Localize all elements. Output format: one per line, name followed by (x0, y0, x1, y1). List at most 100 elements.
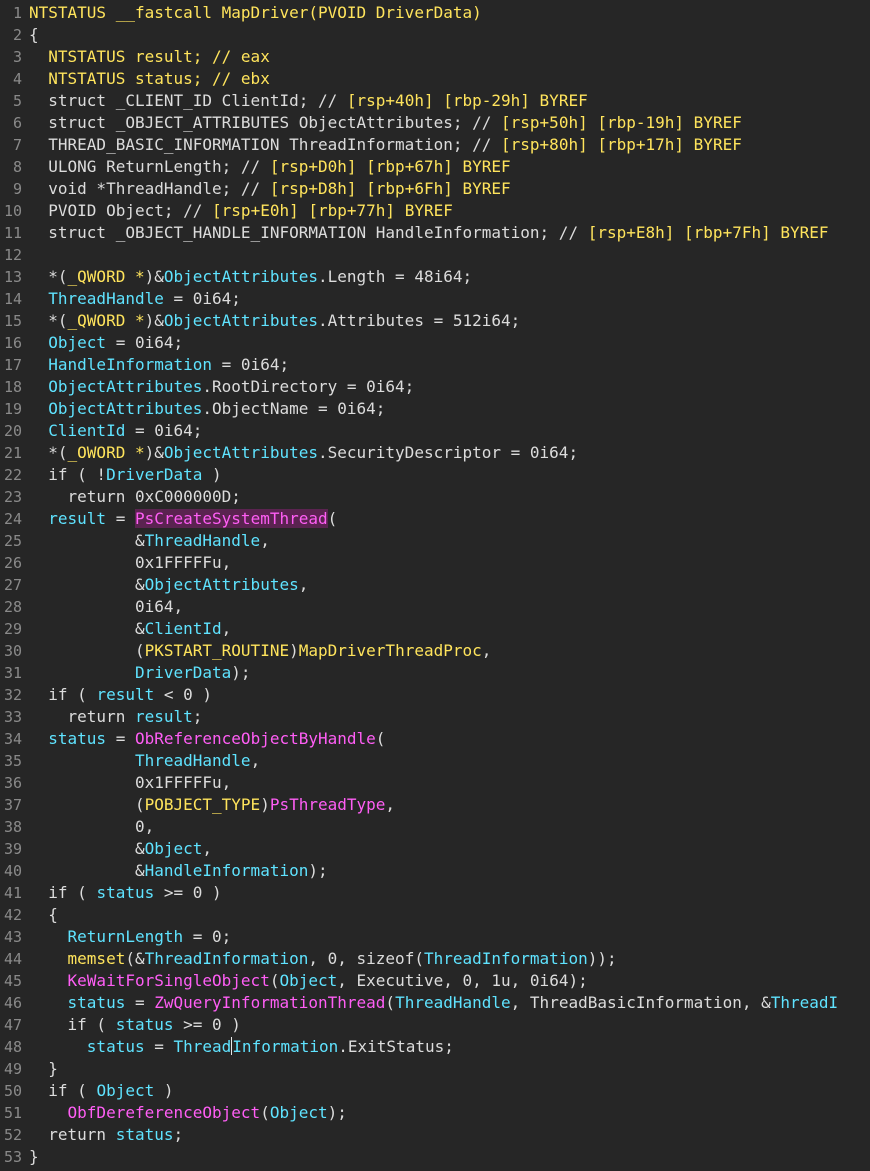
code-line[interactable]: 27 &ObjectAttributes, (0, 574, 870, 596)
code-line[interactable]: 33 return result; (0, 706, 870, 728)
code-line[interactable]: 32 if ( result < 0 ) (0, 684, 870, 706)
code-line[interactable]: 25 &ThreadHandle, (0, 530, 870, 552)
code-line[interactable]: 30 (PKSTART_ROUTINE)MapDriverThreadProc, (0, 640, 870, 662)
code-line[interactable]: 28 0i64, (0, 596, 870, 618)
code-line[interactable]: 21 *(_OWORD *)&ObjectAttributes.Security… (0, 442, 870, 464)
code-token-var[interactable]: result (96, 685, 154, 704)
code-token-var[interactable]: status (87, 1037, 145, 1056)
code-token-var[interactable]: Object (145, 839, 203, 858)
code-line[interactable]: 18 ObjectAttributes.RootDirectory = 0i64… (0, 376, 870, 398)
code-token-type[interactable]: [rsp+D8h] [rbp+6Fh] BYREF (270, 179, 511, 198)
code-line[interactable]: 22 if ( !DriverData ) (0, 464, 870, 486)
code-token-func[interactable]: ZwQueryInformationThread (154, 993, 385, 1012)
code-token-type[interactable]: NTSTATUS status; // ebx (29, 69, 270, 88)
code-line[interactable]: 13 *(_QWORD *)&ObjectAttributes.Length =… (0, 266, 870, 288)
code-token-type[interactable]: [rsp+E8h] [rbp+7Fh] BYREF (588, 223, 829, 242)
code-token-type[interactable]: [rsp+50h] [rbp-19h] BYREF (501, 113, 742, 132)
code-line[interactable]: 43 ReturnLength = 0; (0, 926, 870, 948)
code-line[interactable]: 51 ObfDereferenceObject(Object); (0, 1102, 870, 1124)
code-line[interactable]: 36 0x1FFFFFu, (0, 772, 870, 794)
code-line[interactable]: 3 NTSTATUS result; // eax (0, 46, 870, 68)
code-token-type[interactable]: PKSTART_ROUTINE (145, 641, 290, 660)
code-token-func[interactable]: PsThreadType (270, 795, 386, 814)
code-token-var[interactable]: status (116, 1015, 174, 1034)
code-line[interactable]: 50 if ( Object ) (0, 1080, 870, 1102)
code-line[interactable]: 26 0x1FFFFFu, (0, 552, 870, 574)
code-token-type[interactable]: [rsp+E0h] [rbp+77h] BYREF (212, 201, 453, 220)
code-line[interactable]: 15 *(_QWORD *)&ObjectAttributes.Attribut… (0, 310, 870, 332)
code-line[interactable]: 49 } (0, 1058, 870, 1080)
code-line[interactable]: 45 KeWaitForSingleObject(Object, Executi… (0, 970, 870, 992)
code-token-type[interactable]: [rsp+80h] [rbp+17h] BYREF (501, 135, 742, 154)
code-token-type[interactable]: NTSTATUS __fastcall MapDriver(PVOID Driv… (29, 3, 482, 22)
code-line[interactable]: 35 ThreadHandle, (0, 750, 870, 772)
code-token-var[interactable]: status (68, 993, 126, 1012)
code-line[interactable]: 40 &HandleInformation); (0, 860, 870, 882)
code-token-var[interactable]: Object (48, 333, 106, 352)
code-token-var[interactable]: HandleInformation (48, 355, 212, 374)
code-token-var[interactable]: Information (232, 1037, 338, 1056)
code-line[interactable]: 34 status = ObReferenceObjectByHandle( (0, 728, 870, 750)
code-line[interactable]: 24 result = PsCreateSystemThread( (0, 508, 870, 530)
highlighted-identifier[interactable]: PsCreateSystemThread (134, 509, 328, 528)
code-line[interactable]: 46 status = ZwQueryInformationThread(Thr… (0, 992, 870, 1014)
code-line[interactable]: 23 return 0xC000000D; (0, 486, 870, 508)
code-token-var[interactable]: ReturnLength (68, 927, 184, 946)
pseudocode-editor[interactable]: 1 NTSTATUS __fastcall MapDriver(PVOID Dri… (0, 0, 870, 1171)
code-token-var[interactable]: DriverData (106, 465, 202, 484)
code-token-var[interactable]: ThreadHandle (395, 993, 511, 1012)
code-line[interactable]: 7 THREAD_BASIC_INFORMATION ThreadInforma… (0, 134, 870, 156)
code-token-type[interactable]: POBJECT_TYPE (145, 795, 261, 814)
code-line[interactable]: 6 struct _OBJECT_ATTRIBUTES ObjectAttrib… (0, 112, 870, 134)
code-token-type[interactable]: [rsp+D0h] [rbp+67h] BYREF (270, 157, 511, 176)
code-token-type[interactable]: memset (68, 949, 126, 968)
code-token-type[interactable]: NTSTATUS result; // eax (29, 47, 270, 66)
code-token-var[interactable]: Object (270, 1103, 328, 1122)
code-line[interactable]: 2{ (0, 24, 870, 46)
code-token-var[interactable]: ThreadHandle (48, 289, 164, 308)
code-token-var[interactable]: ObjectAttributes (48, 399, 202, 418)
code-token-type[interactable]: MapDriverThreadProc (299, 641, 482, 660)
code-token-type[interactable]: _OWORD * (68, 443, 145, 462)
code-token-var[interactable]: HandleInformation (145, 861, 309, 880)
code-line[interactable]: 12 (0, 244, 870, 266)
code-token-var[interactable]: status (116, 1125, 174, 1144)
code-line[interactable]: 48 status = ThreadInformation.ExitStatus… (0, 1036, 870, 1058)
code-line[interactable]: 5 struct _CLIENT_ID ClientId; // [rsp+40… (0, 90, 870, 112)
code-token-func[interactable]: ObReferenceObjectByHandle (135, 729, 376, 748)
code-line[interactable]: 1 NTSTATUS __fastcall MapDriver(PVOID Dri… (0, 2, 870, 24)
code-token-var[interactable]: ClientId (145, 619, 222, 638)
code-line[interactable]: 16 Object = 0i64; (0, 332, 870, 354)
code-token-var[interactable]: ThreadHandle (145, 531, 261, 550)
code-line[interactable]: 11 struct _OBJECT_HANDLE_INFORMATION Han… (0, 222, 870, 244)
code-line[interactable]: 9 void *ThreadHandle; // [rsp+D8h] [rbp+… (0, 178, 870, 200)
code-token-var[interactable]: Object (96, 1081, 154, 1100)
code-token-var[interactable]: ClientId (48, 421, 125, 440)
code-line[interactable]: 44 memset(&ThreadInformation, 0, sizeof(… (0, 948, 870, 970)
code-line[interactable]: 4 NTSTATUS status; // ebx (0, 68, 870, 90)
code-line[interactable]: 8 ULONG ReturnLength; // [rsp+D0h] [rbp+… (0, 156, 870, 178)
code-token-var[interactable]: DriverData (135, 663, 231, 682)
code-token-var[interactable]: status (96, 883, 154, 902)
code-line[interactable]: 42 { (0, 904, 870, 926)
code-line[interactable]: 53} (0, 1146, 870, 1168)
code-token-var[interactable]: ObjectAttributes (145, 575, 299, 594)
code-line[interactable]: 29 &ClientId, (0, 618, 870, 640)
code-token-var[interactable]: ThreadHandle (135, 751, 251, 770)
code-line[interactable]: 37 (POBJECT_TYPE)PsThreadType, (0, 794, 870, 816)
code-line[interactable]: 47 if ( status >= 0 ) (0, 1014, 870, 1036)
code-token-type[interactable]: _QWORD * (68, 311, 145, 330)
code-token-var[interactable]: ObjectAttributes (164, 443, 318, 462)
code-token-func[interactable]: ObfDereferenceObject (68, 1103, 261, 1122)
code-line[interactable]: 38 0, (0, 816, 870, 838)
code-token-var[interactable]: ThreadI (771, 993, 838, 1012)
code-line[interactable]: 31 DriverData); (0, 662, 870, 684)
code-token-var[interactable]: ObjectAttributes (48, 377, 202, 396)
code-line[interactable]: 14 ThreadHandle = 0i64; (0, 288, 870, 310)
code-token-type[interactable]: [rsp+40h] [rbp-29h] BYREF (347, 91, 588, 110)
code-token-var[interactable]: Thread (174, 1037, 232, 1056)
code-token-var[interactable]: result (48, 509, 106, 528)
code-token-var[interactable]: result (135, 707, 193, 726)
code-line[interactable]: 41 if ( status >= 0 ) (0, 882, 870, 904)
code-line[interactable]: 52 return status; (0, 1124, 870, 1146)
